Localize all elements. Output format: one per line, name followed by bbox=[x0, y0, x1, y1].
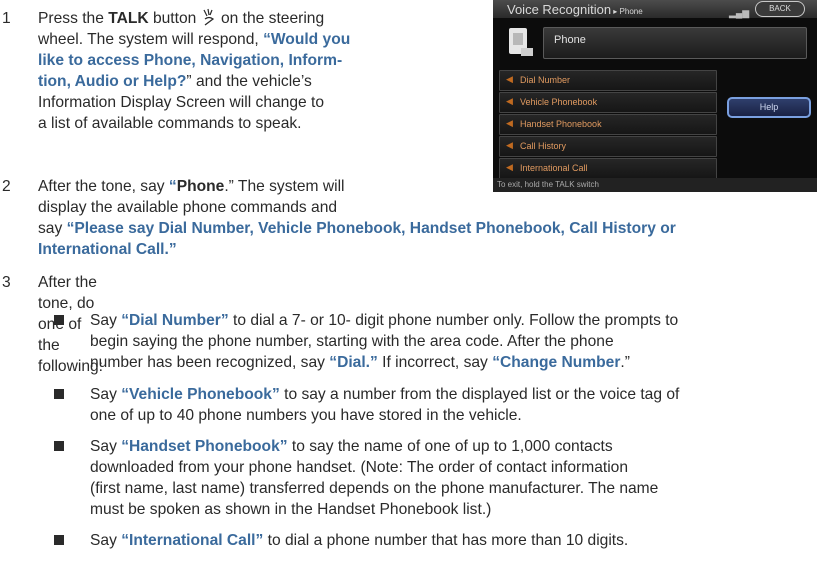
back-button[interactable]: BACK bbox=[755, 1, 805, 17]
phone-person-icon bbox=[509, 28, 533, 56]
bullet-square-icon bbox=[54, 535, 64, 545]
signal-icon: ▂▄▆ bbox=[729, 8, 750, 18]
step-number: 3 bbox=[2, 274, 11, 291]
talk-switch-icon bbox=[203, 8, 214, 26]
step-number: 1 bbox=[2, 10, 11, 27]
speak-icon: ◀ bbox=[506, 118, 513, 128]
command-item[interactable]: ◀ Vehicle Phonebook bbox=[499, 92, 717, 113]
command-item[interactable]: ◀ Dial Number bbox=[499, 70, 717, 91]
help-button[interactable]: Help bbox=[727, 97, 811, 118]
step-1-text: Press the TALK button on the steering wh… bbox=[38, 8, 351, 132]
voice-recognition-screen: Voice Recognition ▸ Phone ▂▄▆ BACK Phone… bbox=[493, 0, 817, 192]
bullet-square-icon bbox=[54, 315, 64, 325]
command-list: ◀ Dial Number ◀ Vehicle Phonebook ◀ Handset… bbox=[499, 70, 717, 180]
command-item[interactable]: ◀ Handset Phonebook bbox=[499, 114, 717, 135]
bullet-square-icon bbox=[54, 389, 64, 399]
bullet-text: Say “Vehicle Phonebook” to say a number … bbox=[90, 386, 680, 424]
bullet-text: Say “Dial Number” to dial a 7- or 10- di… bbox=[90, 312, 679, 371]
speak-icon: ◀ bbox=[506, 162, 513, 172]
step-number: 2 bbox=[2, 178, 11, 195]
command-item[interactable]: ◀ International Call bbox=[499, 158, 717, 179]
phone-category-bar: Phone bbox=[543, 27, 807, 59]
command-item[interactable]: ◀ Call History bbox=[499, 136, 717, 157]
speak-icon: ◀ bbox=[506, 140, 513, 150]
bullet-text: Say “International Call” to dial a phone… bbox=[90, 532, 629, 549]
speak-icon: ◀ bbox=[506, 74, 513, 84]
screen-footer: To exit, hold the TALK switch bbox=[493, 178, 817, 192]
bullet-text: Say “Handset Phonebook” to say the name … bbox=[90, 438, 659, 518]
screen-title: Voice Recognition ▸ Phone bbox=[507, 2, 643, 17]
speak-icon: ◀ bbox=[506, 96, 513, 106]
screen-header: Voice Recognition ▸ Phone ▂▄▆ BACK bbox=[493, 0, 817, 18]
bullet-square-icon bbox=[54, 441, 64, 451]
